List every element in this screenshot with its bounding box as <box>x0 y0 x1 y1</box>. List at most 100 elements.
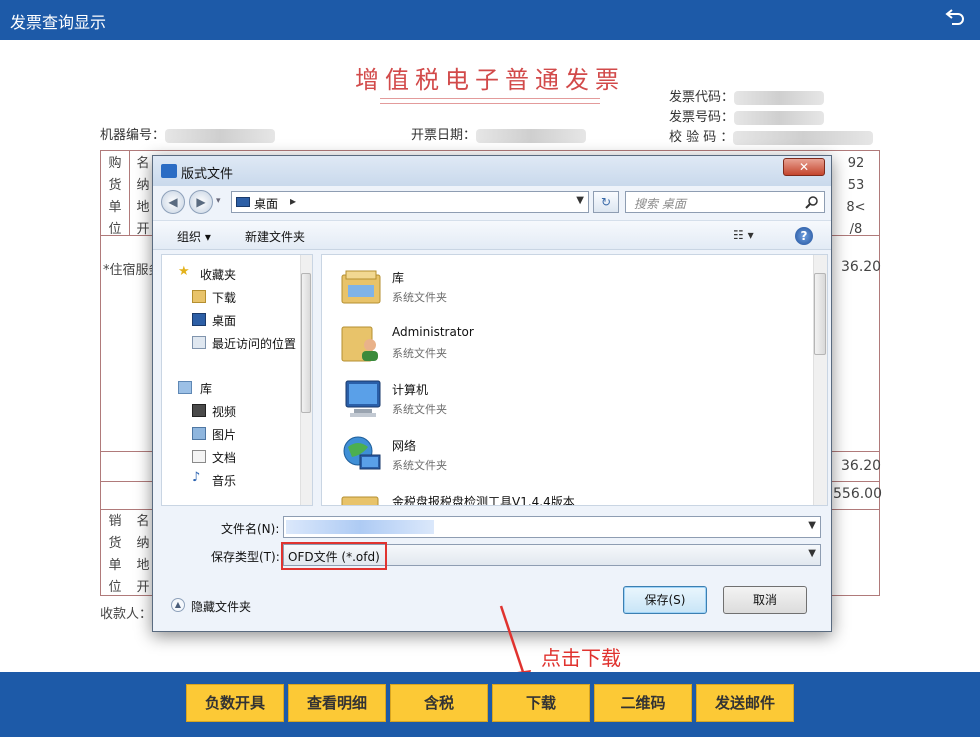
invoice-date-label: 开票日期： <box>411 128 477 143</box>
tax-included-button[interactable]: 含税 <box>390 684 488 722</box>
seller-label: 销货单位 <box>108 514 122 595</box>
address-bar[interactable]: 桌面 ▸ ▼ <box>231 191 589 213</box>
network-icon <box>343 436 381 470</box>
nav-item-desktop[interactable]: 桌面 <box>162 309 302 331</box>
download-folder-icon <box>192 290 206 303</box>
picture-icon <box>192 427 206 440</box>
redacted-value <box>734 90 825 105</box>
file-item-tool-folder[interactable]: 金税盘报税盘检测工具V1.4.4版本 <box>340 483 800 505</box>
search-icon[interactable] <box>805 195 819 209</box>
machine-number: 机器编号： <box>100 124 276 143</box>
buyer-rows: 名纳地开 <box>136 156 150 237</box>
file-item-computer[interactable]: 计算机 系统文件夹 <box>340 371 800 427</box>
redacted-filename <box>286 520 434 534</box>
invoice-code-label: 发票代码： <box>669 90 735 105</box>
search-input[interactable]: 搜索 桌面 <box>625 191 825 213</box>
address-text: 桌面 <box>254 197 279 211</box>
redacted-value <box>476 128 587 143</box>
save-button[interactable]: 保存(S) <box>623 586 707 614</box>
user-folder-icon <box>341 326 378 362</box>
recent-places-icon <box>192 336 206 349</box>
file-list-scroll-thumb[interactable] <box>814 273 826 355</box>
computer-icon <box>345 380 381 417</box>
star-icon: ★ <box>178 264 190 279</box>
file-list: 库 系统文件夹 Administrator 系统文件夹 计算机 系统文件夹 网络… <box>321 254 828 506</box>
cipher-values: 92 53 8</8 <box>846 156 866 237</box>
buyer-label: 购货单位 <box>108 156 122 237</box>
back-arrow-icon[interactable]: ◀ <box>161 190 185 214</box>
desktop-icon <box>236 197 250 207</box>
nav-item-music[interactable]: ♪ 音乐 <box>162 469 302 491</box>
app-title: 发票查询显示 <box>10 13 107 32</box>
back-icon[interactable] <box>944 9 966 29</box>
music-icon: ♪ <box>192 470 201 485</box>
filename-input[interactable]: ▼ <box>283 516 821 538</box>
nav-item-documents[interactable]: 文档 <box>162 446 302 468</box>
library-icon <box>178 381 192 394</box>
desktop-icon <box>192 313 206 326</box>
filetype-label: 保存类型(T): <box>211 550 280 564</box>
negative-invoice-button[interactable]: 负数开具 <box>186 684 284 722</box>
highlight-box <box>281 542 387 570</box>
dialog-toolbar: 组织 ▾ 新建文件夹 ☷ ▾ ? <box>153 220 831 250</box>
redacted-value <box>734 110 825 125</box>
dialog-title: 版式文件 <box>181 167 234 182</box>
library-folder-icon <box>341 270 381 304</box>
invoice-app-icon <box>161 164 177 178</box>
invoice-title: 增值税电子普通发票 <box>355 66 625 94</box>
chevron-down-icon[interactable]: ▼ <box>576 195 584 206</box>
new-folder-button[interactable]: 新建文件夹 <box>245 228 305 245</box>
filename-label: 文件名(N): <box>221 522 280 536</box>
chevron-down-icon[interactable]: ▼ <box>808 548 816 559</box>
cancel-button[interactable]: 取消 <box>723 586 807 614</box>
redacted-value <box>733 130 874 145</box>
nav-item-downloads[interactable]: 下载 <box>162 286 302 308</box>
video-icon <box>192 404 206 417</box>
redacted-value <box>165 128 276 143</box>
bottom-action-bar <box>0 672 980 737</box>
nav-item-pictures[interactable]: 图片 <box>162 423 302 445</box>
folder-icon <box>341 496 379 505</box>
download-button[interactable]: 下载 <box>492 684 590 722</box>
file-item-administrator[interactable]: Administrator 系统文件夹 <box>340 315 800 371</box>
help-icon[interactable]: ? <box>795 227 813 245</box>
file-item-network[interactable]: 网络 系统文件夹 <box>340 427 800 483</box>
nav-pane-scroll-thumb[interactable] <box>301 273 311 413</box>
payee-label: 收款人： <box>100 607 153 622</box>
total-amount: 556.00 <box>833 486 882 502</box>
app-titlebar: 发票查询显示 <box>0 0 980 40</box>
refresh-button[interactable]: ↻ <box>593 191 619 213</box>
view-options-icon[interactable]: ☷ ▾ <box>733 228 763 244</box>
send-email-button[interactable]: 发送邮件 <box>696 684 794 722</box>
nav-item-video[interactable]: 视频 <box>162 400 302 422</box>
view-details-button[interactable]: 查看明细 <box>288 684 386 722</box>
chevron-up-icon: ▲ <box>171 598 185 612</box>
seller-rows: 名纳地开 <box>136 514 150 595</box>
file-list-scrollbar[interactable] <box>813 255 827 505</box>
nav-item-recent[interactable]: 最近访问的位置 <box>162 332 302 354</box>
organize-button[interactable]: 组织 ▾ <box>177 228 211 245</box>
nav-item-library[interactable]: 库 <box>162 377 302 399</box>
check-code: 校 验 码 ： <box>669 126 874 145</box>
search-placeholder: 搜索 桌面 <box>634 197 686 211</box>
check-code-label: 校 验 码 ： <box>669 130 734 145</box>
chevron-right-icon[interactable]: ▸ <box>290 194 296 208</box>
chevron-down-icon[interactable]: ▼ <box>808 520 816 531</box>
nav-item-favorites[interactable]: ★ 收藏夹 <box>162 263 302 285</box>
save-dialog: 版式文件 ✕ ◀ ▶ ▾ 桌面 ▸ ▼ ↻ 搜索 桌面 组织 ▾ 新建文件夹 ☷… <box>152 155 832 632</box>
navigation-row: ◀ ▶ ▾ 桌面 ▸ ▼ ↻ 搜索 桌面 <box>153 186 831 218</box>
nav-pane-scrollbar[interactable] <box>300 255 312 505</box>
item-amount: 36.20 <box>841 259 882 275</box>
invoice-date: 开票日期： <box>411 124 587 143</box>
forward-arrow-icon[interactable]: ▶ <box>189 190 213 214</box>
close-button[interactable]: ✕ <box>783 158 825 176</box>
invoice-title-underline <box>380 98 600 104</box>
invoice-code: 发票代码： <box>669 86 825 105</box>
annotation-text: 点击下载 <box>541 646 621 670</box>
qrcode-button[interactable]: 二维码 <box>594 684 692 722</box>
recent-dropdown-icon[interactable]: ▾ <box>216 196 221 206</box>
file-item-library[interactable]: 库 系统文件夹 <box>340 259 800 315</box>
invoice-number-label: 发票号码： <box>669 110 735 125</box>
document-icon <box>192 450 206 463</box>
machine-number-label: 机器编号： <box>100 128 166 143</box>
